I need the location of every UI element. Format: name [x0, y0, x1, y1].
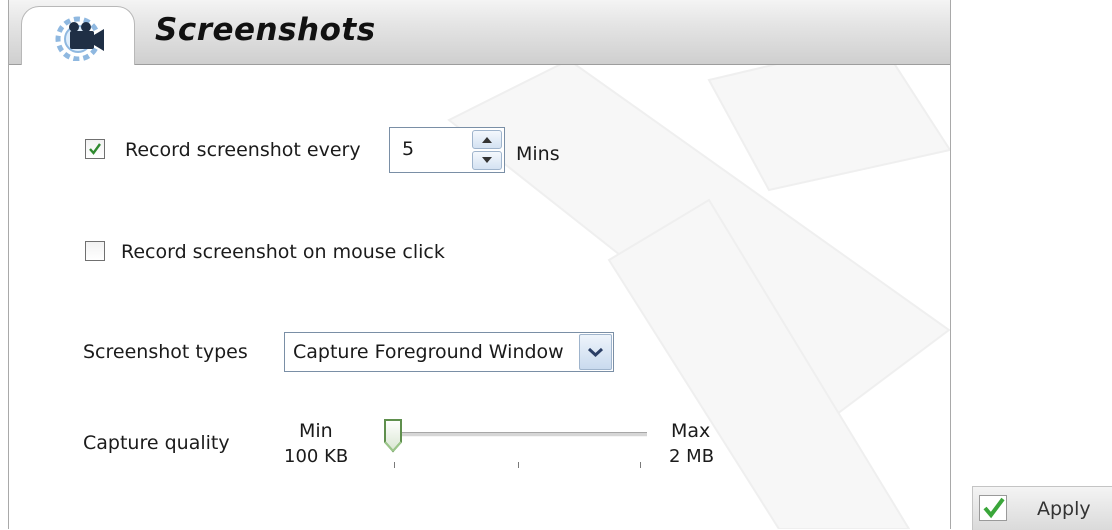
record-interval-checkbox[interactable] — [85, 139, 105, 159]
stepper-up-button[interactable] — [472, 130, 502, 149]
quality-min-size: 100 KB — [284, 446, 349, 467]
mouse-click-label: Record screenshot on mouse click — [121, 241, 455, 263]
slider-track — [389, 432, 647, 437]
apply-label: Apply — [1037, 498, 1091, 520]
chevron-down-icon — [587, 347, 604, 358]
interval-value[interactable]: 5 — [402, 138, 414, 160]
slider-tick — [518, 462, 519, 468]
screenshot-types-dropdown[interactable]: Capture Foreground Window — [284, 332, 614, 372]
header-icon-tab — [21, 6, 135, 65]
quality-max-label: Max — [671, 420, 711, 442]
interval-unit: Mins — [516, 143, 560, 165]
green-check-icon — [983, 497, 1005, 519]
quality-slider[interactable] — [379, 410, 659, 474]
dropdown-arrow-button[interactable] — [579, 334, 612, 370]
screenshot-types-value: Capture Foreground Window — [293, 341, 564, 363]
page-title: Screenshots — [155, 12, 376, 48]
slider-thumb[interactable] — [381, 418, 407, 454]
stepper-buttons — [472, 130, 502, 170]
arrow-up-icon — [482, 137, 492, 143]
checkmark-icon — [89, 143, 101, 155]
record-interval-label: Record screenshot every — [125, 139, 361, 161]
quality-max-size: 2 MB — [669, 446, 715, 467]
capture-quality-label: Capture quality — [83, 432, 230, 454]
apply-button[interactable]: Apply — [972, 486, 1112, 530]
gear-camera-icon — [55, 16, 104, 61]
apply-check-icon — [979, 495, 1007, 521]
slider-tick — [394, 462, 395, 468]
screenshot-types-label: Screenshot types — [83, 341, 248, 363]
stepper-down-button[interactable] — [472, 151, 502, 170]
interval-stepper[interactable]: 5 — [389, 127, 505, 173]
settings-panel: Screenshots Record screenshot every 5 Mi… — [8, 0, 951, 529]
quality-min-label: Min — [299, 420, 333, 442]
mouse-click-checkbox[interactable] — [85, 241, 105, 261]
slider-tick — [640, 462, 641, 468]
panel-header: Screenshots — [9, 0, 950, 65]
arrow-down-icon — [482, 157, 492, 163]
